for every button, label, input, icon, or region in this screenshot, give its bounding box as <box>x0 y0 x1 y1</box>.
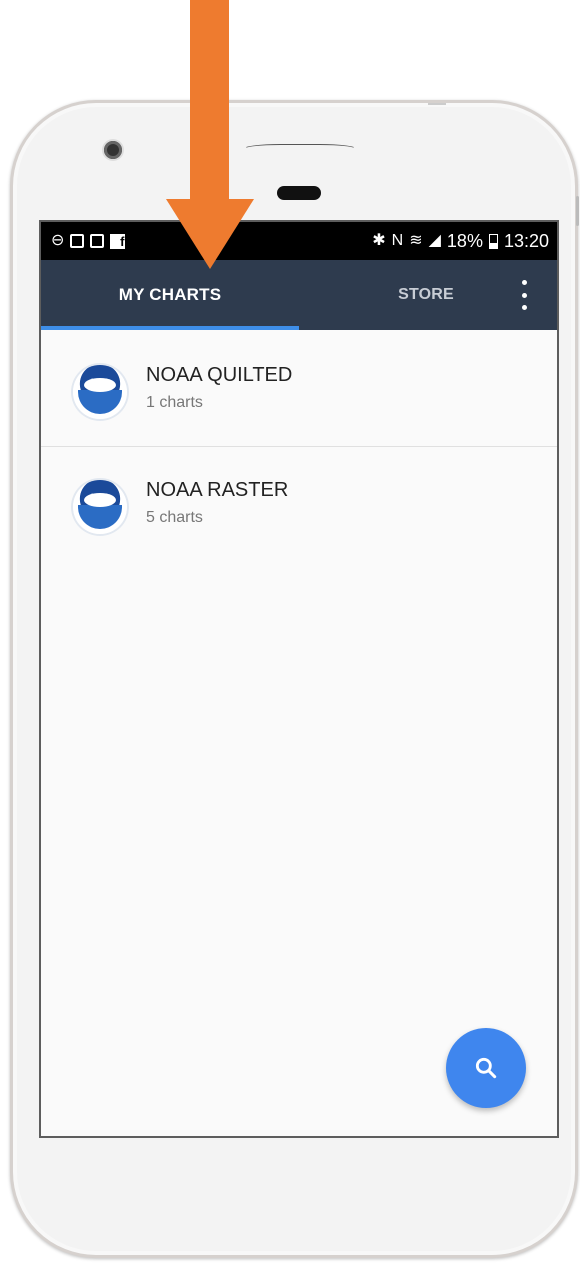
phone-earpiece <box>277 186 321 200</box>
chart-package-title: NOAA QUILTED <box>146 364 293 386</box>
status-right-icons: ✱ N ≋ ◢ 18% 13:20 <box>372 231 549 252</box>
annotation-arrow-head <box>166 199 254 269</box>
battery-percent: 18% <box>446 230 483 251</box>
noaa-logo-icon: NOAA <box>73 480 127 534</box>
status-bar: ⊖ f ✱ N ≋ ◢ 18% 13:20 <box>41 222 557 260</box>
logo-text: NOAA <box>91 379 109 385</box>
logo-text: NOAA <box>91 494 109 500</box>
instagram-icon <box>90 234 105 248</box>
nfc-icon: N <box>391 232 404 249</box>
facebook-icon: f <box>110 233 126 249</box>
noaa-logo-icon: NOAA <box>73 365 127 419</box>
app-screen: ⊖ f ✱ N ≋ ◢ 18% 13:20 MY CHARTS STORE NO… <box>39 220 559 1138</box>
status-time: 13:20 <box>503 230 549 251</box>
app-bar: MY CHARTS STORE <box>41 260 557 330</box>
tab-store[interactable]: STORE <box>361 260 491 330</box>
chart-package-count: 1 charts <box>146 394 203 411</box>
bluetooth-icon: ✱ <box>372 232 386 249</box>
search-fab-button[interactable] <box>446 1028 526 1108</box>
list-item[interactable]: NOAA NOAA RASTER 5 charts <box>41 447 557 561</box>
gallery-icon <box>70 234 85 248</box>
phone-speaker-line <box>243 144 357 154</box>
signal-icon: ◢ <box>428 232 441 249</box>
tab-indicator <box>41 326 299 330</box>
list-item[interactable]: NOAA NOAA QUILTED 1 charts <box>41 332 557 447</box>
front-camera <box>104 141 122 159</box>
phone-top-line <box>428 103 446 105</box>
wifi-icon: ≋ <box>409 232 423 249</box>
annotation-arrow-shaft <box>190 0 229 200</box>
search-icon <box>475 1057 497 1079</box>
do-not-disturb-icon: ⊖ <box>51 232 65 249</box>
more-vert-icon[interactable] <box>519 280 529 310</box>
chart-package-title: NOAA RASTER <box>146 479 289 501</box>
status-left-icons: ⊖ f <box>51 232 126 249</box>
battery-icon <box>488 233 498 249</box>
chart-package-count: 5 charts <box>146 509 203 526</box>
phone-side-button <box>576 196 579 226</box>
tab-my-charts[interactable]: MY CHARTS <box>41 260 299 330</box>
